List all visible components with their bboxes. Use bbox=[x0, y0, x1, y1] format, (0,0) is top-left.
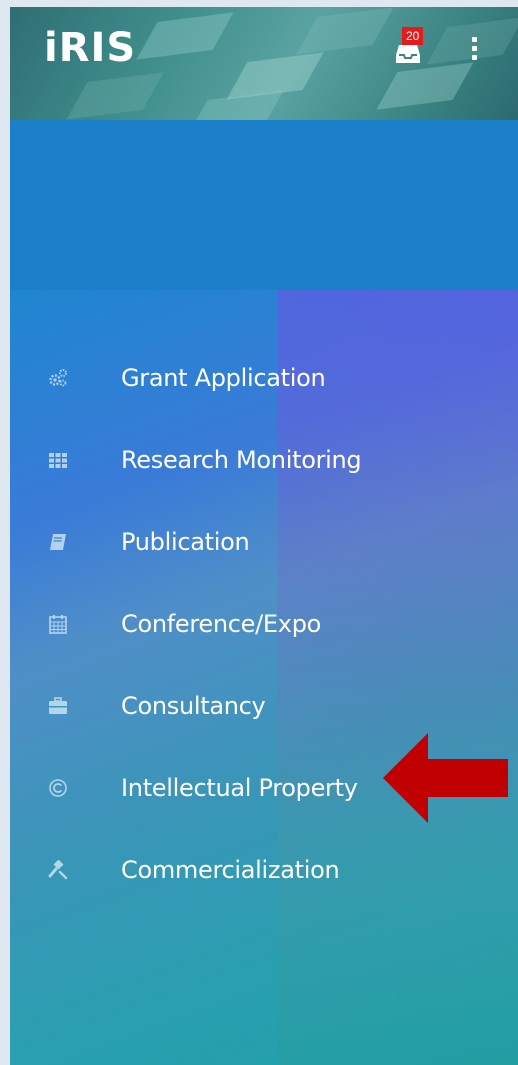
sidebar-item-label: Commercialization bbox=[121, 856, 340, 884]
notifications-button[interactable]: 20 bbox=[388, 27, 428, 71]
pointer-arrow bbox=[383, 733, 508, 823]
sidebar-item-commercialization[interactable]: Commercialization bbox=[10, 827, 518, 909]
sidebar-item-label: Intellectual Property bbox=[121, 774, 358, 802]
grid-icon bbox=[49, 453, 67, 468]
app-logo[interactable]: iRIS bbox=[44, 25, 136, 71]
kebab-dot bbox=[471, 37, 477, 42]
cogs-icon bbox=[49, 369, 67, 387]
header-texture-tile bbox=[296, 7, 394, 55]
briefcase-icon bbox=[49, 697, 67, 714]
notification-badge: 20 bbox=[402, 27, 424, 45]
sidebar-item-publication[interactable]: Publication bbox=[10, 499, 518, 581]
kebab-dot bbox=[471, 55, 477, 60]
sidebar-item-label: Research Monitoring bbox=[121, 446, 362, 474]
gavel-icon bbox=[48, 860, 68, 880]
sidebar-item-label: Grant Application bbox=[121, 364, 326, 392]
sidebar-item-label: Publication bbox=[121, 528, 250, 556]
book-icon bbox=[50, 534, 66, 550]
profile-banner bbox=[10, 120, 518, 290]
more-options-button[interactable] bbox=[468, 37, 480, 67]
header-texture-tile bbox=[136, 12, 234, 60]
sidebar-item-label: Conference/Expo bbox=[121, 610, 322, 638]
sidebar: Grant Application Research Monitoring Pu… bbox=[10, 290, 518, 1065]
sidebar-item-grant-application[interactable]: Grant Application bbox=[10, 335, 518, 417]
top-bar: iRIS 20 bbox=[10, 7, 518, 120]
sidebar-item-research-monitoring[interactable]: Research Monitoring bbox=[10, 417, 518, 499]
inbox-icon bbox=[396, 45, 420, 63]
calendar-icon bbox=[49, 615, 67, 634]
kebab-dot bbox=[471, 46, 477, 51]
sidebar-item-conference-expo[interactable]: Conference/Expo bbox=[10, 581, 518, 663]
header-texture-tile bbox=[66, 72, 164, 120]
sidebar-item-label: Consultancy bbox=[121, 692, 266, 720]
app-frame: iRIS 20 Grant Application Research Monit… bbox=[10, 7, 518, 1065]
copyright-icon bbox=[49, 779, 67, 797]
